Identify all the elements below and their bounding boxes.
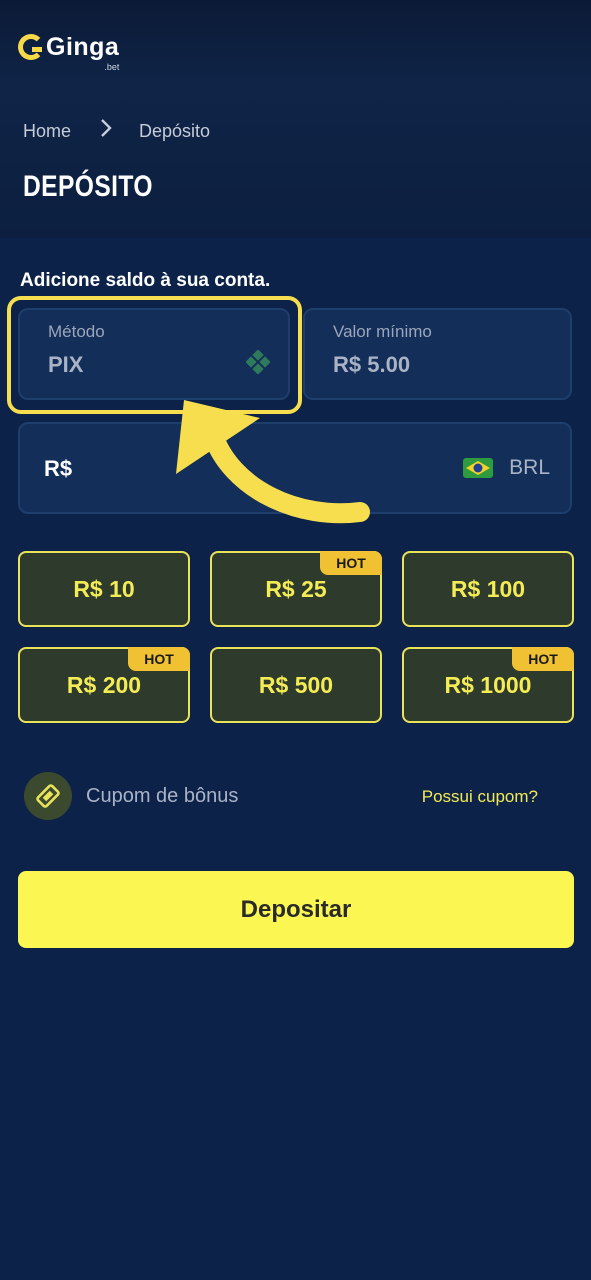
- logo-g-mark: [18, 34, 44, 60]
- quick-amount-chip[interactable]: R$ 25 HOT: [210, 551, 382, 627]
- currency-code: BRL: [509, 456, 550, 479]
- hot-badge: HOT: [320, 551, 382, 575]
- quick-amount-label: R$ 200: [66, 671, 142, 698]
- quick-amount-chip[interactable]: R$ 10: [18, 551, 190, 627]
- quick-amount-label: R$ 100: [450, 575, 526, 602]
- quick-amount-chip[interactable]: R$ 200 HOT: [18, 647, 190, 723]
- quick-amount-label: R$ 25: [265, 575, 327, 602]
- chevron-right-icon: [99, 118, 113, 144]
- coupon-icon-circle: [24, 772, 72, 820]
- quick-amount-chip[interactable]: R$ 100: [402, 551, 574, 627]
- have-coupon-link[interactable]: Possui cupom?: [422, 787, 538, 807]
- section-lead-text: Adicione saldo à sua conta.: [20, 270, 271, 291]
- top-bar: Ginga .bet: [0, 0, 591, 84]
- currency-indicator: BRL: [463, 456, 550, 480]
- deposit-button[interactable]: Depositar: [18, 871, 574, 948]
- page-header: [0, 84, 591, 238]
- logo-text: Ginga: [46, 33, 120, 61]
- quick-amount-label: R$ 1000: [444, 671, 532, 698]
- hot-badge: HOT: [512, 647, 574, 671]
- quick-amount-label: R$ 10: [73, 575, 135, 602]
- min-value-box: Valor mínimo R$ 5.00: [303, 308, 572, 400]
- ginga-logo[interactable]: Ginga .bet: [18, 20, 120, 72]
- min-value-value: R$ 5.00: [333, 352, 411, 377]
- quick-amount-label: R$ 500: [258, 671, 334, 698]
- breadcrumb: Home Depósito: [23, 118, 210, 144]
- coupon-row: Cupom de bônus Possui cupom?: [24, 772, 554, 820]
- min-value-label: Valor mínimo: [333, 322, 432, 341]
- coupon-label: Cupom de bônus: [86, 785, 239, 807]
- quick-amount-chip[interactable]: R$ 1000 HOT: [402, 647, 574, 723]
- ticket-icon: [36, 784, 60, 808]
- breadcrumb-home[interactable]: Home: [23, 121, 71, 142]
- page-title: DEPÓSITO: [23, 170, 153, 203]
- arrow-pointer-icon: [176, 400, 370, 524]
- breadcrumb-current: Depósito: [139, 120, 211, 141]
- quick-amount-chip[interactable]: R$ 500: [210, 647, 382, 723]
- hot-badge: HOT: [128, 647, 190, 671]
- amount-prefix: R$: [44, 456, 73, 481]
- brazil-flag-icon: [463, 458, 494, 478]
- logo-subtext: .bet: [104, 62, 120, 72]
